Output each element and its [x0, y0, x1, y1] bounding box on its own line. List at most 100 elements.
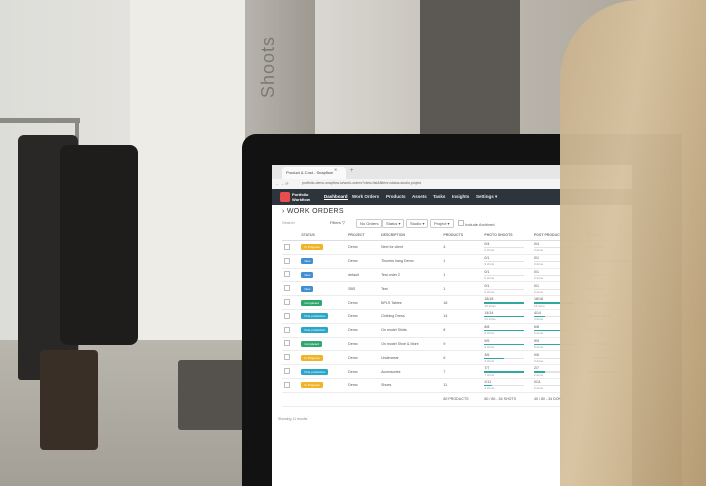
shoots-sub: 7 shots	[484, 372, 495, 377]
status-filter[interactable]: Status ▾	[382, 219, 405, 228]
description-cell[interactable]: Clothing Dress	[379, 309, 442, 324]
row-select[interactable]	[282, 337, 300, 352]
products-cell: 11	[441, 378, 483, 393]
photo-shoots-cell: 9/9 9 shots	[482, 337, 532, 352]
checkbox[interactable]	[284, 285, 290, 292]
nav-tasks[interactable]: Tasks	[433, 194, 445, 199]
status-badge: Completed	[301, 340, 322, 347]
project-cell: Demo	[346, 240, 380, 255]
clothing-rack	[0, 118, 80, 123]
wall-sign: Shoots	[258, 35, 278, 98]
nav-work-orders[interactable]: Work Orders	[352, 194, 379, 199]
description-cell[interactable]: Next for client	[379, 240, 442, 255]
row-select[interactable]	[282, 309, 300, 324]
nav-products[interactable]: Products	[386, 194, 406, 199]
project-cell: Demo	[346, 337, 380, 352]
nav-insights[interactable]: Insights	[452, 194, 469, 199]
post-count: 0/1	[533, 256, 539, 261]
row-select[interactable]	[282, 350, 300, 366]
page-title: › WORK ORDERS	[282, 208, 344, 215]
description-cell[interactable]: Underwear	[379, 350, 442, 366]
new-tab-icon[interactable]: +	[350, 168, 354, 174]
filters-label: Filters	[330, 220, 341, 225]
status-cell: Post production	[299, 364, 347, 379]
post-count: 9/9	[533, 338, 539, 343]
checkbox[interactable]	[284, 299, 290, 306]
description-cell[interactable]: Shoes	[379, 378, 442, 393]
description-cell[interactable]: Test order 2	[379, 268, 442, 283]
row-select[interactable]	[282, 254, 300, 269]
back-forward-icon[interactable]: ← → ⟳	[275, 181, 289, 186]
products-cell: 4	[441, 240, 483, 255]
project-cell: Demo	[346, 323, 380, 338]
checkbox[interactable]	[284, 243, 290, 250]
photo-shoots-cell: 0/1 0 shots	[482, 281, 532, 297]
description-cell[interactable]: On model Shoe & More	[379, 337, 442, 352]
description-cell[interactable]: Thumbs hang Demo	[379, 254, 442, 269]
checkbox[interactable]	[284, 340, 290, 347]
shoots-count: 3/6	[484, 352, 490, 357]
shoots-count: 0/1	[484, 256, 490, 261]
checkbox[interactable]	[284, 312, 290, 319]
photo-shoots-cell: 18/18 18 shots	[482, 295, 532, 310]
column-header-project[interactable]: PROJECT	[346, 231, 380, 241]
brand-logo-icon[interactable]	[280, 192, 290, 202]
shoots-count: 8/8	[484, 325, 490, 330]
products-cell: 1	[441, 268, 483, 283]
checkbox[interactable]	[284, 326, 290, 333]
shoots-count: 14/14	[484, 311, 494, 316]
project-cell: Demo	[346, 364, 380, 379]
description-cell[interactable]: BPLS Tables	[379, 295, 442, 310]
shoots-count: 18/18	[484, 297, 494, 302]
nav-assets[interactable]: Assets	[412, 194, 427, 199]
stool	[178, 360, 248, 430]
white-panel	[130, 0, 245, 340]
row-select[interactable]	[282, 240, 300, 255]
project-filter[interactable]: Project ▾	[430, 219, 454, 228]
checkbox[interactable]	[284, 368, 290, 375]
hanging-dress	[40, 350, 98, 450]
checkbox[interactable]	[284, 381, 290, 388]
shoots-count: 0/1	[484, 269, 490, 274]
post-count: 4/14	[533, 311, 541, 316]
checkbox[interactable]	[284, 354, 290, 361]
row-select[interactable]	[282, 281, 300, 297]
shoots-sub: 8 shots	[484, 331, 495, 336]
no-orders-filter[interactable]: No Orders	[356, 219, 383, 228]
post-count: 18/18	[533, 297, 543, 302]
checkbox[interactable]	[284, 257, 290, 264]
results-count: Showing 11 results	[278, 417, 308, 421]
concrete-pillar	[245, 0, 315, 150]
column-header-status[interactable]: STATUS	[299, 231, 347, 241]
post-count: 0/1	[533, 283, 539, 288]
status-badge: New	[301, 285, 314, 292]
project-cell: Demo	[346, 350, 380, 366]
row-select[interactable]	[282, 295, 300, 310]
row-select[interactable]	[282, 364, 300, 379]
shoots-sub: 0 shots	[484, 262, 495, 267]
column-header-products[interactable]: PRODUCTS	[441, 231, 483, 241]
status-cell: In Progress	[299, 240, 347, 255]
checkbox[interactable]	[458, 220, 464, 226]
shoots-sub: 14 shots	[484, 317, 496, 322]
row-select[interactable]	[282, 378, 300, 393]
close-icon[interactable]: ✕	[334, 167, 337, 172]
description-cell[interactable]: On model Shirts	[379, 323, 442, 338]
column-header-description[interactable]: DESCRIPTION	[379, 231, 442, 241]
row-select[interactable]	[282, 268, 300, 283]
column-header-photo-shoots[interactable]: PHOTO SHOOTS	[482, 231, 532, 241]
nav-dashboard[interactable]: Dashboard	[324, 194, 348, 200]
status-badge: In Progress	[301, 354, 323, 361]
include-archived-toggle[interactable]: Include Archived	[458, 220, 494, 227]
description-cell[interactable]: Test	[379, 281, 442, 297]
search-input[interactable]: Search	[282, 220, 295, 225]
studio-filter[interactable]: Studio ▾	[406, 219, 429, 228]
checkbox[interactable]	[284, 271, 290, 278]
status-badge: Completed	[301, 299, 322, 306]
nav-settings[interactable]: Settings ▾	[476, 194, 497, 200]
description-cell[interactable]: Accessories	[379, 364, 442, 379]
row-select[interactable]	[282, 323, 300, 338]
status-cell: New	[299, 268, 347, 283]
project-cell: Demo	[346, 309, 380, 324]
filters-button[interactable]: Filters ▽	[330, 220, 345, 225]
